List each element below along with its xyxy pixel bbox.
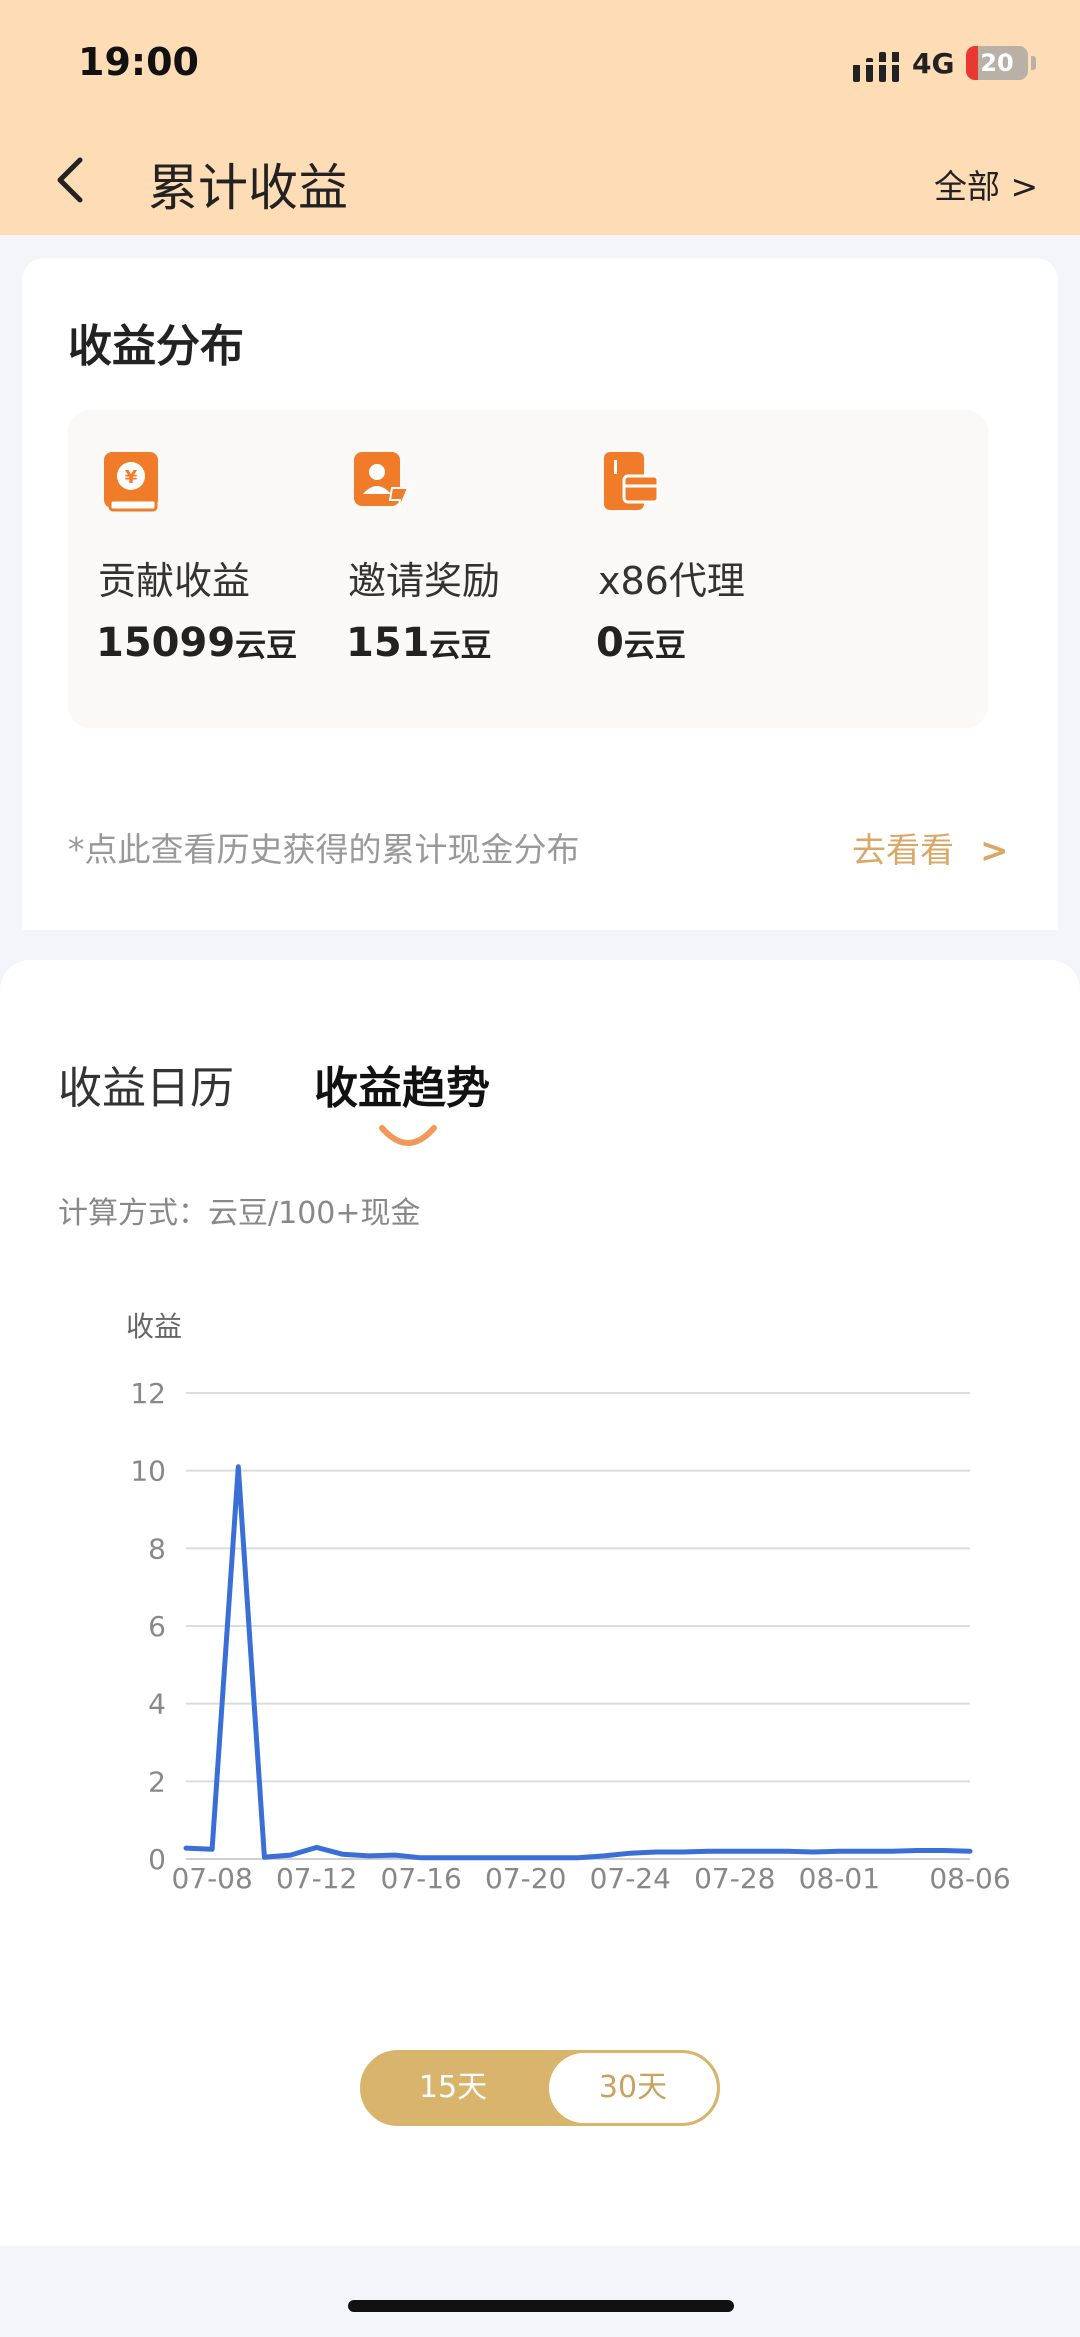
tile-unit: 云豆 [623, 628, 686, 664]
tile-unit: 云豆 [235, 628, 298, 664]
x-tick-label: 07-28 [694, 1862, 775, 1890]
battery-level: 20 [980, 49, 1014, 77]
chevron-right-icon: > [980, 831, 1009, 871]
range-15-days-option[interactable]: 15天 [363, 2053, 543, 2123]
x-tick-label: 08-01 [799, 1862, 880, 1890]
y-tick-label: 2 [148, 1765, 166, 1798]
home-indicator [348, 2300, 734, 2312]
tile-value: 151云豆 [346, 620, 492, 666]
tile-value: 0云豆 [596, 620, 686, 666]
x-tick-label: 07-16 [381, 1862, 462, 1890]
svg-text:¥: ¥ [125, 467, 138, 488]
tile-value: 15099云豆 [96, 620, 297, 666]
tile-label: 邀请奖励 [348, 559, 501, 603]
y-tick-label: 0 [148, 1843, 166, 1876]
all-filter-link[interactable]: 全部 > [934, 160, 1038, 208]
section-title: 收益分布 [68, 321, 244, 372]
battery-icon: 20 [966, 46, 1028, 80]
card-icon [604, 452, 660, 510]
tile-label: x86代理 [598, 559, 745, 603]
invite-user-icon [354, 452, 410, 513]
income-distribution-card: 收益分布 ¥ ? 贡献收益 15099云豆 › 邀请奖励 151云豆 x86代理 [22, 258, 1058, 930]
tab-income-calendar[interactable]: 收益日历 [58, 1052, 234, 1116]
tile-number: 0 [596, 620, 624, 666]
income-trend-chart: 收益 024681012 07-08 07-12 07-16 07-20 07-24 07… [126, 1310, 1011, 1890]
calculation-method-note: 计算方式：云豆/100+现金 [58, 1196, 421, 1231]
x-tick-label: 08-06 [929, 1862, 1010, 1890]
network-type: 4G [912, 47, 955, 80]
x-axis-ticks: 07-08 07-12 07-16 07-20 07-24 07-28 08-01 08-06 [171, 1862, 1010, 1890]
y-axis-ticks: 0 2 4 6 8 10 12 [130, 1377, 166, 1876]
y-tick-label: 8 [148, 1532, 166, 1565]
x-tick-label: 07-08 [171, 1862, 252, 1890]
x-tick-label: 07-20 [485, 1862, 566, 1890]
go-view-link[interactable]: 去看看 > [852, 823, 1009, 872]
x-tick-label: 07-12 [276, 1862, 357, 1890]
back-arrow-icon[interactable] [52, 152, 92, 208]
range-30-days-option[interactable]: 30天 [549, 2053, 717, 2123]
tile-unit: 云豆 [429, 628, 492, 664]
signal-icon [853, 48, 899, 82]
tile-label: 贡献收益 [98, 559, 251, 603]
yen-book-icon: ¥ [104, 452, 158, 512]
income-series-line [183, 1464, 973, 1861]
range-toggle[interactable]: 15天 30天 [360, 2050, 720, 2126]
y-tick-label: 12 [130, 1377, 166, 1410]
income-trend-card: 收益日历 收益趋势 计算方式：云豆/100+现金 收益 0 2 4 6 8 10 12 07… [0, 960, 1080, 2246]
active-tab-indicator [379, 1125, 437, 1146]
x86-agent-tile[interactable]: x86代理 0云豆 [568, 410, 988, 728]
page-title: 累计收益 [148, 159, 348, 217]
status-time: 19:00 [78, 40, 199, 84]
tab-income-trend[interactable]: 收益趋势 [314, 1052, 490, 1116]
y-tick-label: 6 [148, 1610, 166, 1643]
y-axis-label: 收益 [126, 1310, 182, 1343]
x-tick-label: 07-24 [590, 1862, 671, 1890]
y-tick-label: 4 [148, 1688, 166, 1721]
history-distribution-note[interactable]: *点此查看历史获得的累计现金分布 [68, 823, 580, 871]
go-view-label: 去看看 [852, 831, 954, 871]
header-bar: 19:00 4G 20 累计收益 全部 > [0, 0, 1080, 235]
chart-grid [186, 1392, 970, 1860]
y-tick-label: 10 [130, 1455, 166, 1488]
tile-number: 151 [346, 620, 430, 666]
battery-tip [1031, 56, 1036, 70]
tile-number: 15099 [96, 620, 236, 666]
